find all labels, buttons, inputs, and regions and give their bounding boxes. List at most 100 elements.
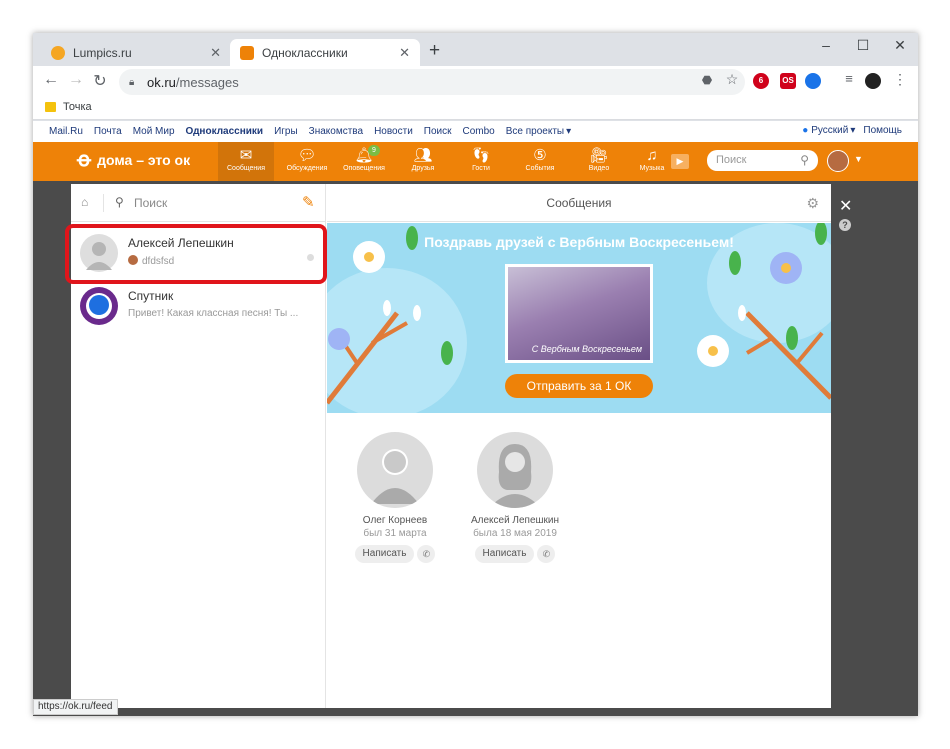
- tab-title: Одноклассники: [262, 45, 348, 60]
- home-icon[interactable]: ⌂: [81, 195, 88, 209]
- friend-card: Олег Корнеев был 31 марта Написать ✆: [335, 432, 455, 563]
- portal-link[interactable]: Игры: [274, 126, 298, 137]
- close-tab-icon[interactable]: ✕: [399, 45, 410, 61]
- phone-call-icon[interactable]: ✆: [537, 545, 556, 563]
- profile-avatar[interactable]: [865, 73, 881, 89]
- divider: [103, 194, 104, 212]
- conversations-header: ⌂ ⚲ Поиск ✎: [71, 184, 326, 222]
- portal-link[interactable]: Combo: [463, 126, 495, 137]
- nav-discussions[interactable]: 💬︎ Обсуждения: [279, 142, 335, 181]
- nav-friends[interactable]: 👥︎ Друзья: [395, 142, 451, 181]
- bookmark-star-icon[interactable]: ☆: [722, 71, 742, 88]
- compose-icon[interactable]: ✎: [302, 193, 315, 211]
- chevron-down-icon[interactable]: ▼: [854, 154, 863, 164]
- lumpics-favicon-icon: [51, 45, 65, 60]
- portal-link[interactable]: Поиск: [424, 126, 452, 137]
- search-icon: ⚲: [800, 153, 809, 167]
- conversation-search-input[interactable]: Поиск: [134, 196, 167, 210]
- language-select[interactable]: Русский: [811, 125, 848, 136]
- tab-odnoklassniki[interactable]: Одноклассники ✕: [230, 39, 420, 66]
- portal-link[interactable]: Mail.Ru: [49, 126, 83, 137]
- nav-video[interactable]: 🎥︎ Видео: [571, 142, 627, 181]
- friend-name[interactable]: Алексей Лепешкин: [455, 515, 575, 526]
- forward-button[interactable]: →: [66, 71, 86, 89]
- friend-actions: Написать ✆: [335, 545, 455, 563]
- globe-icon: ●: [802, 125, 809, 136]
- page-content: Mail.Ru Почта Мой Мир Одноклассники Игры…: [33, 121, 918, 716]
- nav-label: Обсуждения: [286, 165, 328, 172]
- conversation-item[interactable]: Спутник Привет! Какая классная песня! Ты…: [71, 281, 326, 333]
- contact-name: Спутник: [128, 289, 174, 303]
- url-path: /messages: [175, 74, 239, 90]
- help-icon[interactable]: ?: [839, 219, 851, 231]
- extension-red-icon[interactable]: 6: [753, 73, 769, 89]
- lock-icon: 🔒︎: [129, 76, 135, 88]
- reload-button[interactable]: ↻: [90, 71, 110, 91]
- portal-link[interactable]: Знакомства: [309, 126, 363, 137]
- write-message-button[interactable]: Написать: [474, 545, 535, 563]
- portal-link[interactable]: Новости: [374, 126, 413, 137]
- notification-badge: 9: [368, 145, 380, 156]
- messages-modal: ⌂ ⚲ Поиск ✎ Алексей Лепешкин dfdsfsd Спу…: [65, 184, 831, 708]
- tab-strip: Lumpics.ru ✕ Одноклассники ✕ + – ☐ ✕: [33, 33, 918, 66]
- minimize-button[interactable]: –: [811, 37, 841, 53]
- greeting-card-image: С Вербным Воскресеньем: [508, 267, 650, 360]
- extension-puzzle-icon[interactable]: ⬣: [697, 73, 717, 87]
- close-window-button[interactable]: ✕: [885, 37, 915, 54]
- nav-label: Оповещения: [343, 165, 385, 172]
- menu-kebab-icon[interactable]: ⋮: [890, 71, 910, 88]
- close-tab-icon[interactable]: ✕: [210, 45, 221, 61]
- card-caption: С Вербным Воскресеньем: [531, 344, 642, 354]
- bookmark-folder[interactable]: Точка: [45, 101, 92, 113]
- gear-icon[interactable]: ⚙: [806, 184, 819, 222]
- friend-avatar[interactable]: [477, 432, 553, 508]
- highlight-box: [65, 224, 327, 284]
- ok-logo-icon: ꝋ: [77, 149, 92, 171]
- portal-link[interactable]: Мой Мир: [133, 126, 175, 137]
- extension-os-icon[interactable]: OS: [780, 73, 796, 89]
- help-link[interactable]: Помощь: [863, 125, 902, 136]
- chevron-down-icon: ▾: [566, 126, 572, 137]
- address-bar[interactable]: 🔒︎ ok.ru/messages: [119, 69, 745, 95]
- nav-label: Музыка: [639, 165, 665, 172]
- nav-label: Видео: [588, 165, 610, 172]
- female-silhouette-icon: [489, 444, 541, 508]
- play-icon[interactable]: ▶: [671, 154, 689, 169]
- nav-label: Сообщения: [227, 165, 265, 172]
- nav-events[interactable]: ⑤ События: [512, 142, 568, 181]
- extension-globe-icon[interactable]: [805, 73, 821, 89]
- nav-guests[interactable]: 👣︎ Гости: [453, 142, 509, 181]
- friend-last-seen: была 18 мая 2019: [473, 528, 557, 539]
- portal-link-active[interactable]: Одноклассники: [186, 126, 264, 137]
- friend-name[interactable]: Олег Корнеев: [335, 515, 455, 526]
- all-projects-dropdown[interactable]: Все проекты: [506, 126, 564, 137]
- send-gift-button[interactable]: Отправить за 1 ОК: [505, 374, 653, 398]
- search-placeholder: Поиск: [716, 154, 747, 166]
- portal-link[interactable]: Почта: [94, 126, 122, 137]
- tab-lumpics[interactable]: Lumpics.ru ✕: [41, 39, 231, 66]
- new-tab-button[interactable]: +: [429, 40, 440, 62]
- nav-label: Гости: [472, 165, 490, 172]
- phone-call-icon[interactable]: ✆: [417, 545, 436, 563]
- nav-label: Друзья: [411, 165, 435, 172]
- nav-messages[interactable]: ✉ Сообщения: [218, 142, 274, 181]
- back-button[interactable]: ←: [41, 71, 61, 89]
- sputnik-logo-icon: [86, 293, 112, 319]
- friend-avatar[interactable]: [357, 432, 433, 508]
- friend-last-seen: был 31 марта: [363, 528, 427, 539]
- holiday-banner[interactable]: Поздравь друзей с Вербным Воскресеньем! …: [327, 223, 831, 413]
- nav-label: События: [525, 165, 555, 172]
- footprints-icon: 👣︎: [471, 147, 491, 164]
- contact-avatar: [80, 287, 118, 325]
- user-avatar[interactable]: [827, 150, 849, 172]
- close-modal-icon[interactable]: ✕: [839, 196, 852, 216]
- maximize-button[interactable]: ☐: [848, 37, 878, 54]
- folder-icon: [45, 102, 56, 112]
- nav-notifications[interactable]: 🔔︎ Оповещения 9: [336, 142, 392, 181]
- friends-icon: 👥︎: [413, 147, 433, 164]
- media-control-icon[interactable]: ≡: [839, 71, 859, 86]
- ok-logo[interactable]: ꝋ дома – это ок: [77, 150, 190, 170]
- write-message-button[interactable]: Написать: [354, 545, 415, 563]
- ok-search-input[interactable]: Поиск ⚲: [707, 150, 818, 171]
- conversations-panel: ⌂ ⚲ Поиск ✎ Алексей Лепешкин dfdsfsd Спу…: [65, 184, 327, 708]
